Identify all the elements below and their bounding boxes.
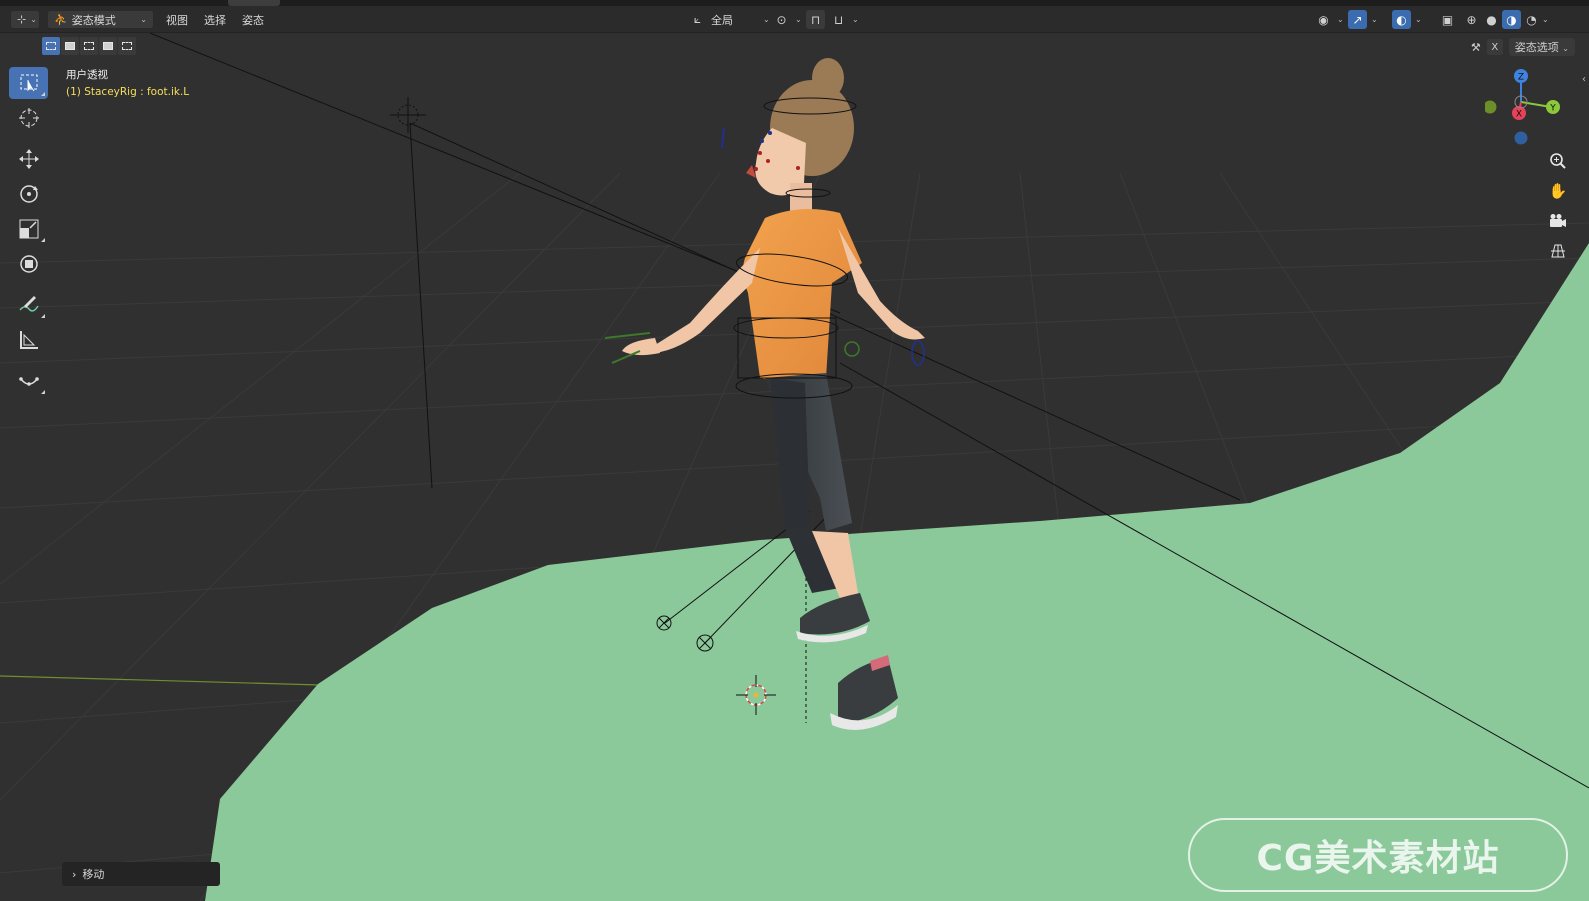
annotate-tool[interactable]	[9, 289, 48, 321]
tool-options-corner	[41, 314, 45, 318]
view-perspective-label: 用户透视	[66, 69, 108, 81]
move-tool[interactable]	[9, 143, 48, 175]
chevron-down-icon: ⌄	[763, 15, 770, 24]
gizmo-neg-z-axis[interactable]	[1514, 131, 1528, 145]
editor-type-dropdown[interactable]: ⊹ ⌄	[10, 10, 40, 29]
x-mirror-button[interactable]: X	[1486, 39, 1503, 55]
mirror-icon[interactable]: ⚒	[1471, 41, 1481, 54]
pose-options-area: ⚒ X 姿态选项 ⌄	[1471, 38, 1575, 56]
select-box-tool[interactable]	[9, 67, 48, 99]
camera-view-icon[interactable]	[1545, 208, 1571, 234]
relax-tool[interactable]	[9, 365, 48, 397]
scale-icon	[19, 219, 38, 239]
editor-type-icon: ⊹	[17, 13, 27, 26]
chevron-down-icon: ⌄	[1337, 15, 1344, 24]
gizmo-z-label: Z	[1518, 73, 1524, 83]
measure-icon	[19, 331, 38, 349]
pose-options-label: 姿态选项	[1514, 41, 1559, 54]
viewport-header: ⊹ ⌄ ⛹ 姿态模式 ⌄ 视图 选择 姿态 ⟀ 全局 ⌄ ⊙ ⌄ ⊓ ⊔ ⌄ ◉ ⌄ ↗…	[0, 6, 1589, 33]
select-intersect-icon[interactable]	[118, 37, 136, 55]
xray-toggle-icon[interactable]: ▣	[1438, 10, 1457, 29]
pose-options-dropdown[interactable]: 姿态选项 ⌄	[1508, 38, 1575, 56]
chevron-right-icon: ›	[72, 867, 77, 881]
chevron-down-icon: ⌄	[1562, 44, 1569, 53]
gizmo-neg-y-axis[interactable]	[1483, 100, 1497, 114]
gizmo-x-label: X	[1516, 110, 1522, 120]
tool-options-corner	[41, 238, 45, 242]
transform-orientation-dropdown[interactable]: ⟀ 全局 ⌄	[688, 10, 770, 29]
pose-mode-icon: ⛹	[54, 13, 68, 26]
sidebar-toggle-icon[interactable]: ‹	[1582, 74, 1586, 85]
select-subtract-icon[interactable]	[80, 37, 98, 55]
chevron-down-icon: ⌄	[852, 15, 859, 24]
last-operator-label: 移动	[82, 868, 105, 881]
chevron-down-icon: ⌄	[1542, 15, 1549, 24]
pan-hand-icon[interactable]: ✋	[1545, 178, 1571, 204]
measure-tool[interactable]	[9, 324, 48, 356]
watermark-text: CG美术素材站	[1256, 838, 1500, 879]
annotate-icon	[18, 296, 39, 312]
scale-tool[interactable]	[9, 213, 48, 245]
selection-mode-group	[42, 37, 136, 55]
menu-select[interactable]: 选择	[198, 12, 232, 28]
navigation-gizmo[interactable]: Z Y X	[1483, 67, 1565, 147]
relax-icon	[18, 377, 39, 386]
viewport-scene	[0, 33, 1589, 901]
menu-pose[interactable]: 姿态	[236, 12, 270, 28]
select-extend-icon[interactable]	[61, 37, 79, 55]
cursor-tool[interactable]	[9, 102, 48, 134]
axis-gizmo: Z Y X	[1483, 69, 1560, 145]
rotate-tool[interactable]	[9, 178, 48, 210]
tool-options-corner	[41, 390, 45, 394]
shading-material-icon[interactable]: ◑	[1502, 10, 1521, 29]
overlays-icon[interactable]: ◐	[1392, 10, 1411, 29]
mode-dropdown[interactable]: ⛹ 姿态模式 ⌄	[47, 10, 154, 29]
chevron-down-icon: ⌄	[1415, 15, 1422, 24]
chevron-down-icon: ⌄	[1371, 15, 1378, 24]
select-box-icon	[20, 74, 37, 92]
chevron-down-icon: ⌄	[30, 15, 37, 24]
pivot-point-dropdown[interactable]: ⊙ ⌄	[772, 10, 802, 29]
visibility-eye-icon[interactable]: ◉	[1314, 10, 1333, 29]
rotate-icon	[19, 185, 38, 203]
snap-toggle-icon[interactable]: ⊓	[806, 10, 825, 29]
ortho-grid-icon[interactable]	[1545, 238, 1571, 264]
last-operator-panel[interactable]: › 移动	[62, 862, 220, 886]
mode-label: 姿态模式	[71, 13, 116, 27]
watermark-logo: CG美术素材站	[1188, 818, 1568, 892]
orientation-axes-icon: ⟀	[693, 12, 702, 26]
viewport-info: 用户透视 (1) StaceyRig : foot.ik.L	[66, 67, 189, 101]
transform-orientation-label: 全局	[711, 13, 733, 27]
tool-options-corner	[41, 92, 45, 96]
gizmo-y-label: Y	[1549, 104, 1556, 114]
shading-rendered-icon[interactable]: ◔	[1522, 10, 1541, 29]
transform-tool[interactable]	[9, 248, 48, 280]
chevron-down-icon: ⌄	[795, 15, 802, 24]
show-gizmo-icon[interactable]: ↗	[1348, 10, 1367, 29]
shading-wireframe-icon[interactable]: ⊕	[1462, 10, 1481, 29]
shading-solid-icon[interactable]: ●	[1482, 10, 1501, 29]
active-object-label: (1) StaceyRig : foot.ik.L	[66, 86, 190, 98]
select-new-icon[interactable]	[42, 37, 60, 55]
tool-shelf	[9, 67, 48, 400]
move-icon	[18, 149, 39, 169]
zoom-icon[interactable]	[1545, 148, 1571, 174]
snap-target-icon[interactable]: ⊔	[829, 10, 848, 29]
menu-view[interactable]: 视图	[160, 12, 194, 28]
cursor-icon	[18, 108, 39, 128]
pivot-point-icon: ⊙	[776, 12, 787, 27]
select-difference-icon[interactable]	[99, 37, 117, 55]
transform-icon	[19, 255, 38, 273]
chevron-down-icon: ⌄	[140, 15, 147, 24]
3d-viewport[interactable]	[0, 33, 1589, 901]
